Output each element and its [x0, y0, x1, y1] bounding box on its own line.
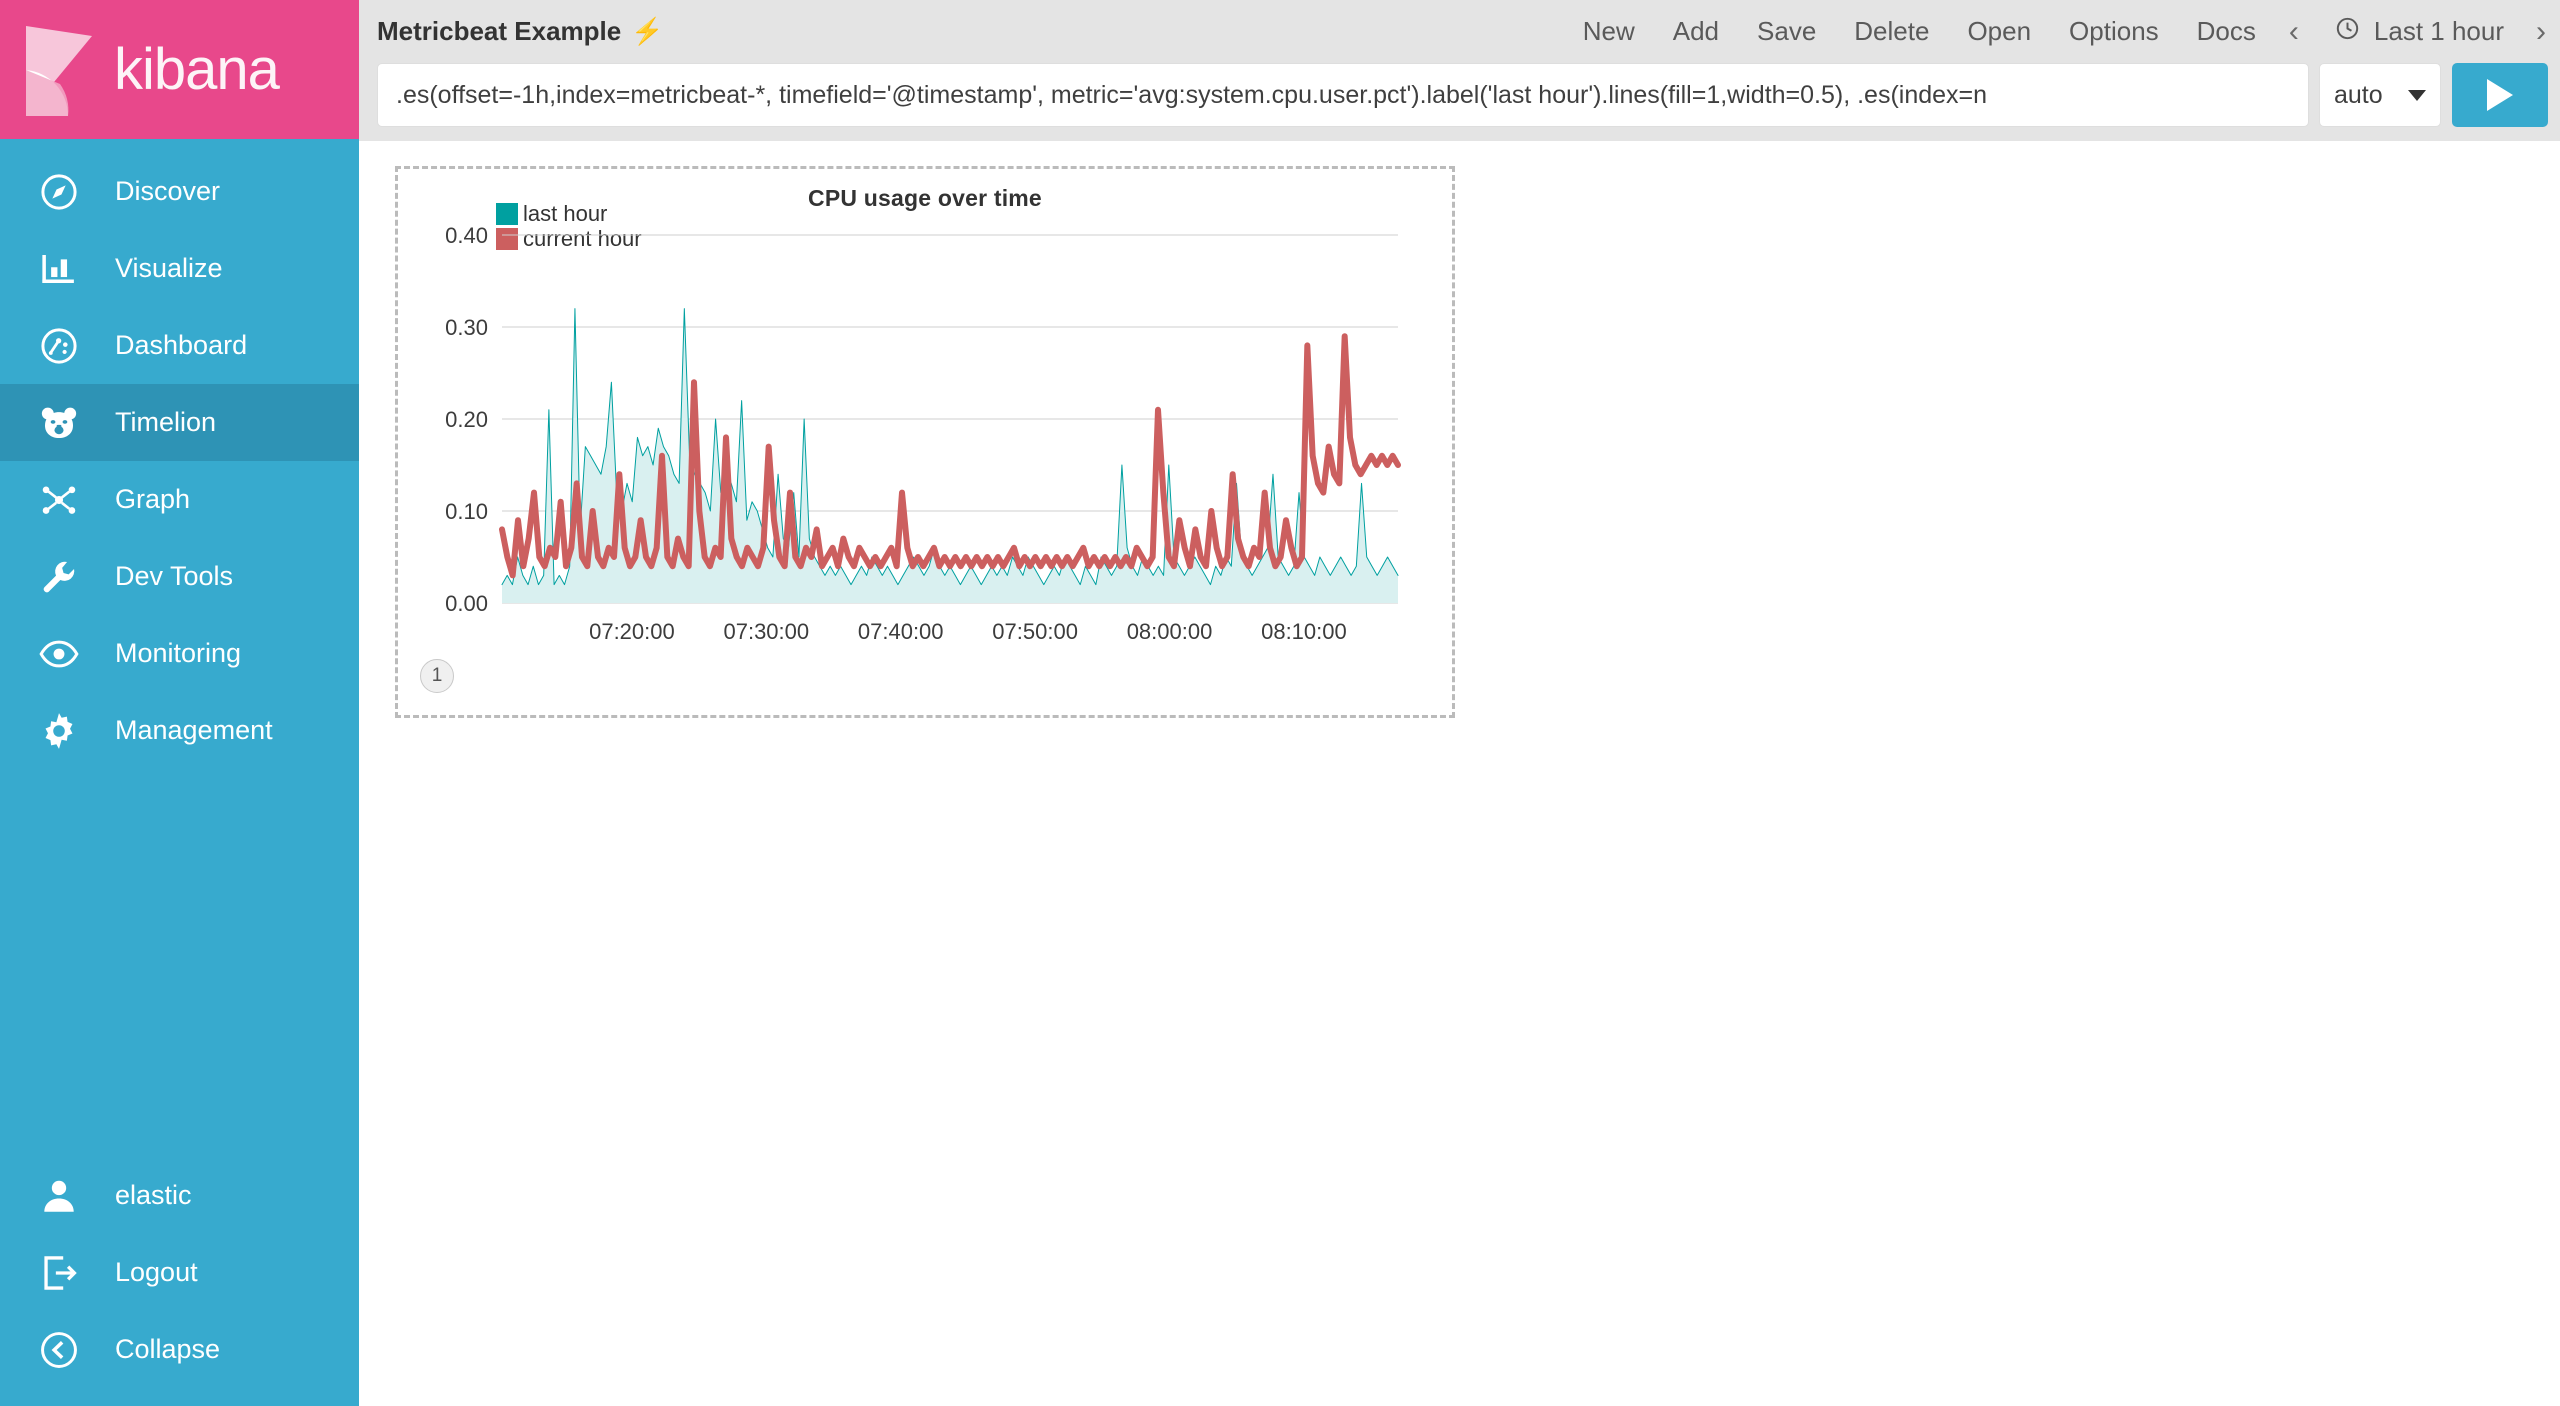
chevron-right-icon[interactable]: ›	[2522, 15, 2560, 49]
dashboard-icon	[33, 320, 85, 372]
svg-text:0.10: 0.10	[445, 499, 488, 524]
sidebar-item-graph[interactable]: Graph	[0, 461, 359, 538]
lightning-bolt-icon: ⚡	[631, 16, 663, 47]
chevron-left-icon[interactable]: ‹	[2275, 15, 2313, 49]
page-title-text: Metricbeat Example	[377, 16, 621, 47]
sidebar-item-dashboard[interactable]: Dashboard	[0, 307, 359, 384]
menu-add[interactable]: Add	[1654, 16, 1738, 47]
sidebar-item-label: Discover	[115, 176, 220, 207]
wrench-icon	[33, 551, 85, 603]
expression-bar: .es(offset=-1h,index=metricbeat-*, timef…	[359, 63, 2560, 141]
sidebar-item-label: Monitoring	[115, 638, 241, 669]
top-bar: Metricbeat Example ⚡ New Add Save Delete…	[359, 0, 2560, 63]
sidebar-item-logout[interactable]: Logout	[0, 1234, 359, 1311]
menu-options[interactable]: Options	[2050, 16, 2178, 47]
page-title: Metricbeat Example ⚡	[377, 16, 664, 47]
chart-content-area: CPU usage over time last hour current ho…	[359, 141, 2560, 1406]
sidebar-item-visualize[interactable]: Visualize	[0, 230, 359, 307]
run-expression-button[interactable]	[2452, 63, 2548, 127]
bar-chart-icon	[33, 243, 85, 295]
eye-icon	[33, 628, 85, 680]
menu-delete[interactable]: Delete	[1835, 16, 1948, 47]
collapse-icon	[33, 1324, 85, 1376]
top-menu: New Add Save Delete Open Options Docs ‹ …	[1564, 15, 2560, 49]
sidebar-item-label: Timelion	[115, 407, 216, 438]
clock-icon	[2335, 16, 2360, 48]
svg-text:0.30: 0.30	[445, 315, 488, 340]
bear-icon	[33, 397, 85, 449]
svg-text:08:00:00: 08:00:00	[1127, 619, 1213, 644]
panel-index-badge[interactable]: 1	[420, 659, 454, 693]
chart-svg: 0.00 0.10 0.20 0.30 0.40 07:20:00 07:30:00 07:4…	[398, 213, 1452, 713]
gear-icon	[33, 705, 85, 757]
svg-text:08:10:00: 08:10:00	[1261, 619, 1347, 644]
sidebar-item-management[interactable]: Management	[0, 692, 359, 769]
svg-text:07:50:00: 07:50:00	[992, 619, 1078, 644]
menu-docs[interactable]: Docs	[2178, 16, 2275, 47]
timelion-expression-input[interactable]: .es(offset=-1h,index=metricbeat-*, timef…	[377, 63, 2309, 127]
sidebar-item-label: Management	[115, 715, 273, 746]
main-area: Metricbeat Example ⚡ New Add Save Delete…	[359, 0, 2560, 1406]
sidebar-item-label: Visualize	[115, 253, 223, 284]
sidebar-item-collapse[interactable]: Collapse	[0, 1311, 359, 1388]
sidebar-item-dev-tools[interactable]: Dev Tools	[0, 538, 359, 615]
menu-save[interactable]: Save	[1738, 16, 1835, 47]
sidebar-item-label: elastic	[115, 1180, 192, 1211]
svg-text:07:40:00: 07:40:00	[858, 619, 944, 644]
sidebar-item-elastic-user[interactable]: elastic	[0, 1157, 359, 1234]
logout-icon	[33, 1247, 85, 1299]
sidebar-item-monitoring[interactable]: Monitoring	[0, 615, 359, 692]
chevron-down-icon	[2408, 90, 2426, 101]
interval-select[interactable]: auto	[2319, 63, 2441, 127]
svg-text:0.00: 0.00	[445, 591, 488, 616]
sidebar-item-label: Dev Tools	[115, 561, 233, 592]
sidebar-item-label: Logout	[115, 1257, 198, 1288]
chart-plot-area[interactable]: 0.00 0.10 0.20 0.30 0.40 07:20:00 07:30:00 07:4…	[398, 213, 1452, 715]
svg-text:07:20:00: 07:20:00	[589, 619, 675, 644]
sidebar-item-label: Dashboard	[115, 330, 247, 361]
user-icon	[33, 1170, 85, 1222]
menu-new[interactable]: New	[1564, 16, 1654, 47]
sidebar-item-label: Graph	[115, 484, 190, 515]
time-range-picker[interactable]: Last 1 hour	[2313, 16, 2522, 48]
svg-text:07:30:00: 07:30:00	[723, 619, 809, 644]
timelion-chart-panel[interactable]: CPU usage over time last hour current ho…	[395, 166, 1455, 718]
sidebar-item-timelion[interactable]: Timelion	[0, 384, 359, 461]
kibana-logo-icon	[24, 24, 96, 116]
interval-value: auto	[2334, 81, 2383, 110]
sidebar-item-label: Collapse	[115, 1334, 220, 1365]
kibana-logo[interactable]: kibana	[0, 0, 359, 139]
graph-icon	[33, 474, 85, 526]
play-icon	[2487, 79, 2513, 111]
sidebar: kibana Discover	[0, 0, 359, 1406]
svg-text:0.20: 0.20	[445, 407, 488, 432]
sidebar-nav: Discover Visualize	[0, 139, 359, 769]
sidebar-bottom-nav: elastic Logout Collapse	[0, 1157, 359, 1406]
menu-open[interactable]: Open	[1948, 16, 2050, 47]
brand-name: kibana	[114, 36, 279, 103]
time-range-label: Last 1 hour	[2374, 16, 2504, 47]
svg-text:0.40: 0.40	[445, 223, 488, 248]
compass-icon	[33, 166, 85, 218]
sidebar-item-discover[interactable]: Discover	[0, 153, 359, 230]
